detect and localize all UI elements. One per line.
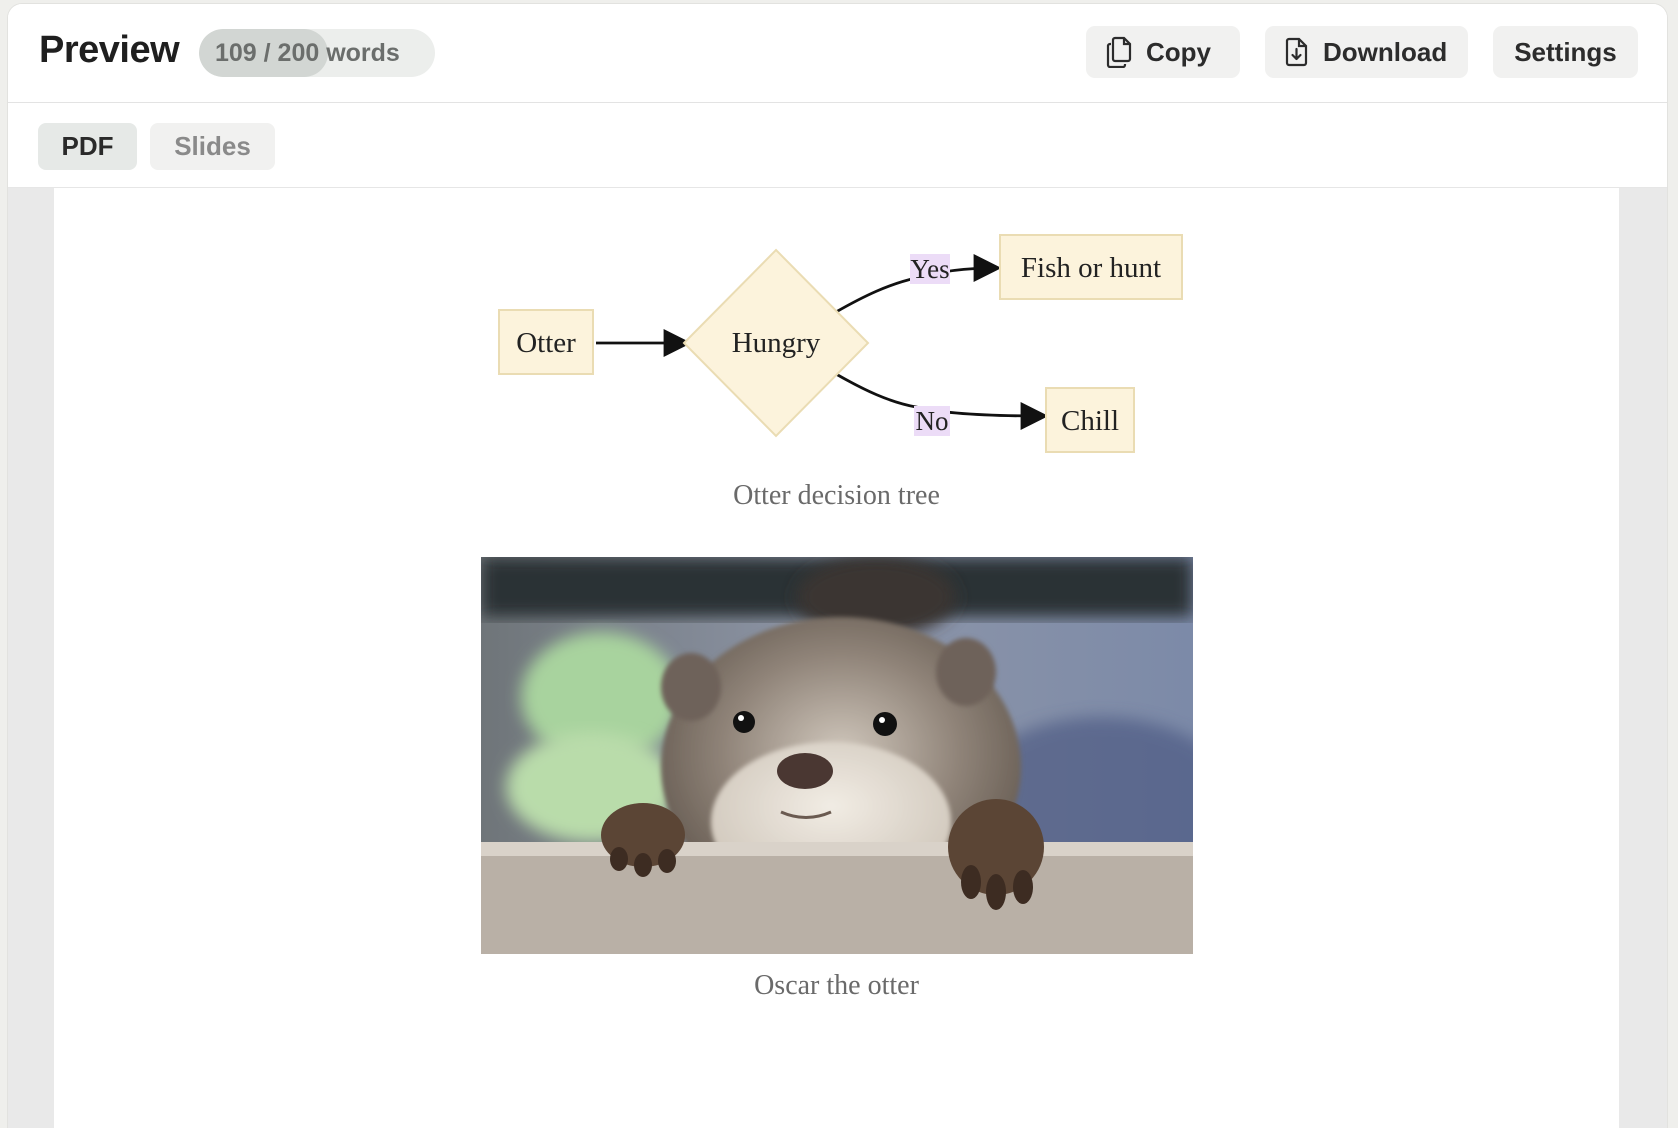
page-title: Preview [39,29,180,71]
settings-button-label: Settings [1514,36,1617,67]
copy-button[interactable]: Copy [1086,26,1240,78]
node-fish-or-hunt-label: Fish or hunt [1021,252,1161,284]
tab-pdf[interactable]: PDF [38,123,137,170]
tab-slides[interactable]: Slides [150,123,275,170]
diagram-caption: Otter decision tree [733,480,940,511]
otter-illustration [481,557,1193,954]
copy-icon [1106,36,1132,68]
photo-caption: Oscar the otter [754,970,919,1001]
node-chill-label: Chill [1061,405,1119,437]
file-download-icon [1285,37,1308,67]
preview-window: Preview 109 / 200 words Copy Download Se… [8,4,1667,1128]
edge-label-yes: Yes [910,254,949,284]
document-page: Yes No Otter Hungry Fish or hunt Chill O… [54,188,1619,1128]
word-count-label: 109 / 200 words [215,39,400,67]
header-bar: Preview 109 / 200 words Copy Download Se… [8,4,1667,103]
node-hungry-label: Hungry [732,327,821,359]
word-count-badge: 109 / 200 words [199,29,435,77]
copy-button-label: Copy [1146,36,1211,67]
decision-tree-diagram: Yes No Otter Hungry Fish or hunt Chill [498,234,1183,453]
node-otter-label: Otter [516,327,576,359]
edge-label-no: No [916,406,949,436]
download-button-label: Download [1323,36,1448,67]
otter-photo [481,557,1193,954]
view-tabs: PDF Slides [8,103,1667,188]
download-button[interactable]: Download [1265,26,1468,78]
document-viewer[interactable]: Yes No Otter Hungry Fish or hunt Chill O… [8,188,1667,1128]
settings-button[interactable]: Settings [1493,26,1638,78]
